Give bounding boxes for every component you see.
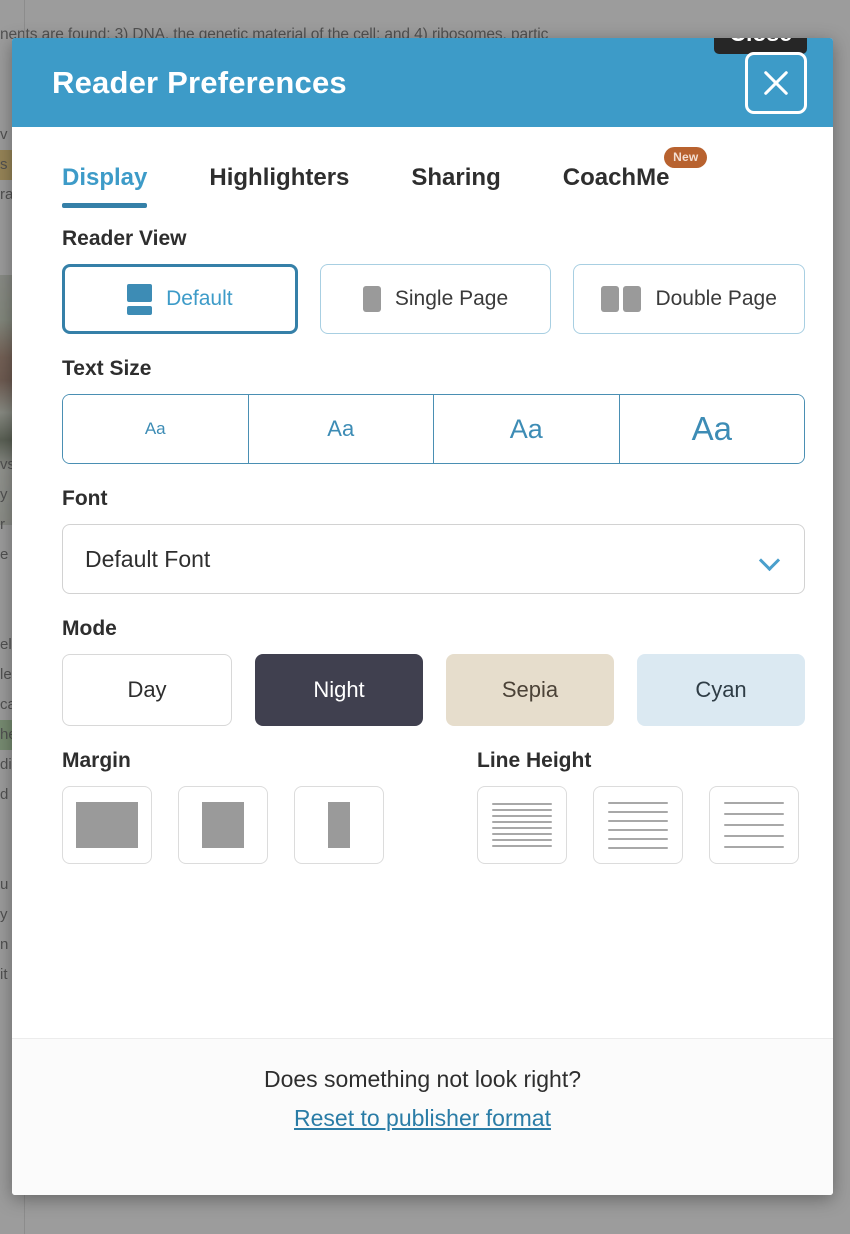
text-size-option-1[interactable]: Aa bbox=[63, 395, 249, 463]
tab-sharing-label: Sharing bbox=[411, 164, 501, 191]
reader-view-single-page-label: Single Page bbox=[394, 287, 509, 310]
mode-night-button[interactable]: Night bbox=[255, 654, 423, 726]
font-select-value: Default Font bbox=[85, 545, 211, 572]
text-size-options: Aa Aa Aa Aa bbox=[62, 394, 805, 464]
font-label: Font bbox=[62, 487, 108, 510]
line-height-medium-button[interactable] bbox=[593, 786, 683, 864]
margin-label: Margin bbox=[62, 749, 131, 772]
line-height-loose-button[interactable] bbox=[709, 786, 799, 864]
reader-view-single-page-button[interactable]: Single Page bbox=[319, 264, 552, 334]
default-layout-icon bbox=[127, 283, 153, 315]
margin-medium-icon bbox=[202, 802, 244, 848]
reader-preferences-dialog: Reader Preferences Close Display Highlig… bbox=[12, 38, 833, 1195]
close-icon[interactable] bbox=[745, 51, 807, 114]
margin-lineheight-row: Margin Line Height bbox=[62, 726, 805, 864]
margin-wide-button[interactable] bbox=[62, 786, 152, 864]
new-badge: New bbox=[664, 147, 708, 168]
footer-question: Does something not look right? bbox=[263, 1066, 582, 1092]
text-size-option-2[interactable]: Aa bbox=[248, 395, 434, 463]
screen: nents are found; 3) DNA, the genetic mat… bbox=[0, 0, 850, 1234]
dialog-body: Reader View Default Single Page Double P… bbox=[12, 208, 833, 1038]
dialog-header: Reader Preferences Close bbox=[12, 38, 833, 127]
line-height-loose-icon bbox=[724, 802, 784, 848]
margin-narrow-button[interactable] bbox=[294, 786, 384, 864]
mode-cyan-button[interactable]: Cyan bbox=[637, 654, 805, 726]
single-page-icon bbox=[362, 286, 381, 312]
tab-highlighters-label: Highlighters bbox=[209, 164, 350, 191]
line-height-label: Line Height bbox=[477, 749, 592, 772]
line-height-medium-icon bbox=[608, 801, 668, 849]
font-select[interactable]: Default Font bbox=[62, 524, 805, 594]
reader-view-options: Default Single Page Double Page bbox=[62, 264, 806, 334]
margin-narrow-icon bbox=[328, 802, 350, 848]
tab-sharing[interactable]: Sharing bbox=[411, 164, 500, 208]
reset-to-publisher-format-link[interactable]: Reset to publisher format bbox=[294, 1105, 551, 1132]
reader-view-label: Reader View bbox=[62, 227, 187, 250]
margin-wide-icon bbox=[76, 802, 138, 848]
dialog-footer: Does something not look right? Reset to … bbox=[12, 1038, 833, 1195]
mode-label: Mode bbox=[62, 617, 117, 640]
text-size-option-4[interactable]: Aa bbox=[619, 395, 804, 463]
tab-display[interactable]: Display bbox=[62, 164, 148, 208]
reader-view-double-page-label: Double Page bbox=[655, 287, 777, 310]
margin-options bbox=[62, 786, 477, 864]
text-size-label: Text Size bbox=[62, 357, 152, 380]
tab-display-label: Display bbox=[62, 164, 148, 191]
text-size-option-3[interactable]: Aa bbox=[434, 395, 620, 463]
mode-sepia-button[interactable]: Sepia bbox=[446, 654, 614, 726]
reader-view-double-page-button[interactable]: Double Page bbox=[573, 264, 806, 334]
tab-coachme[interactable]: CoachMe New bbox=[562, 147, 708, 208]
mode-day-button[interactable]: Day bbox=[62, 654, 232, 726]
margin-medium-button[interactable] bbox=[178, 786, 268, 864]
line-height-options bbox=[477, 786, 805, 864]
tab-coachme-label: CoachMe bbox=[562, 164, 670, 191]
dialog-tabs: Display Highlighters Sharing CoachMe New bbox=[12, 127, 833, 208]
line-height-tight-icon bbox=[492, 803, 552, 847]
double-page-icon bbox=[601, 286, 642, 312]
chevron-down-icon bbox=[762, 553, 778, 569]
dialog-title: Reader Preferences bbox=[52, 64, 347, 100]
tab-highlighters[interactable]: Highlighters bbox=[209, 164, 349, 208]
mode-options: Day Night Sepia Cyan bbox=[62, 654, 805, 726]
reader-view-default-button[interactable]: Default bbox=[62, 264, 298, 334]
line-height-tight-button[interactable] bbox=[477, 786, 567, 864]
reader-view-default-label: Default bbox=[166, 287, 233, 310]
